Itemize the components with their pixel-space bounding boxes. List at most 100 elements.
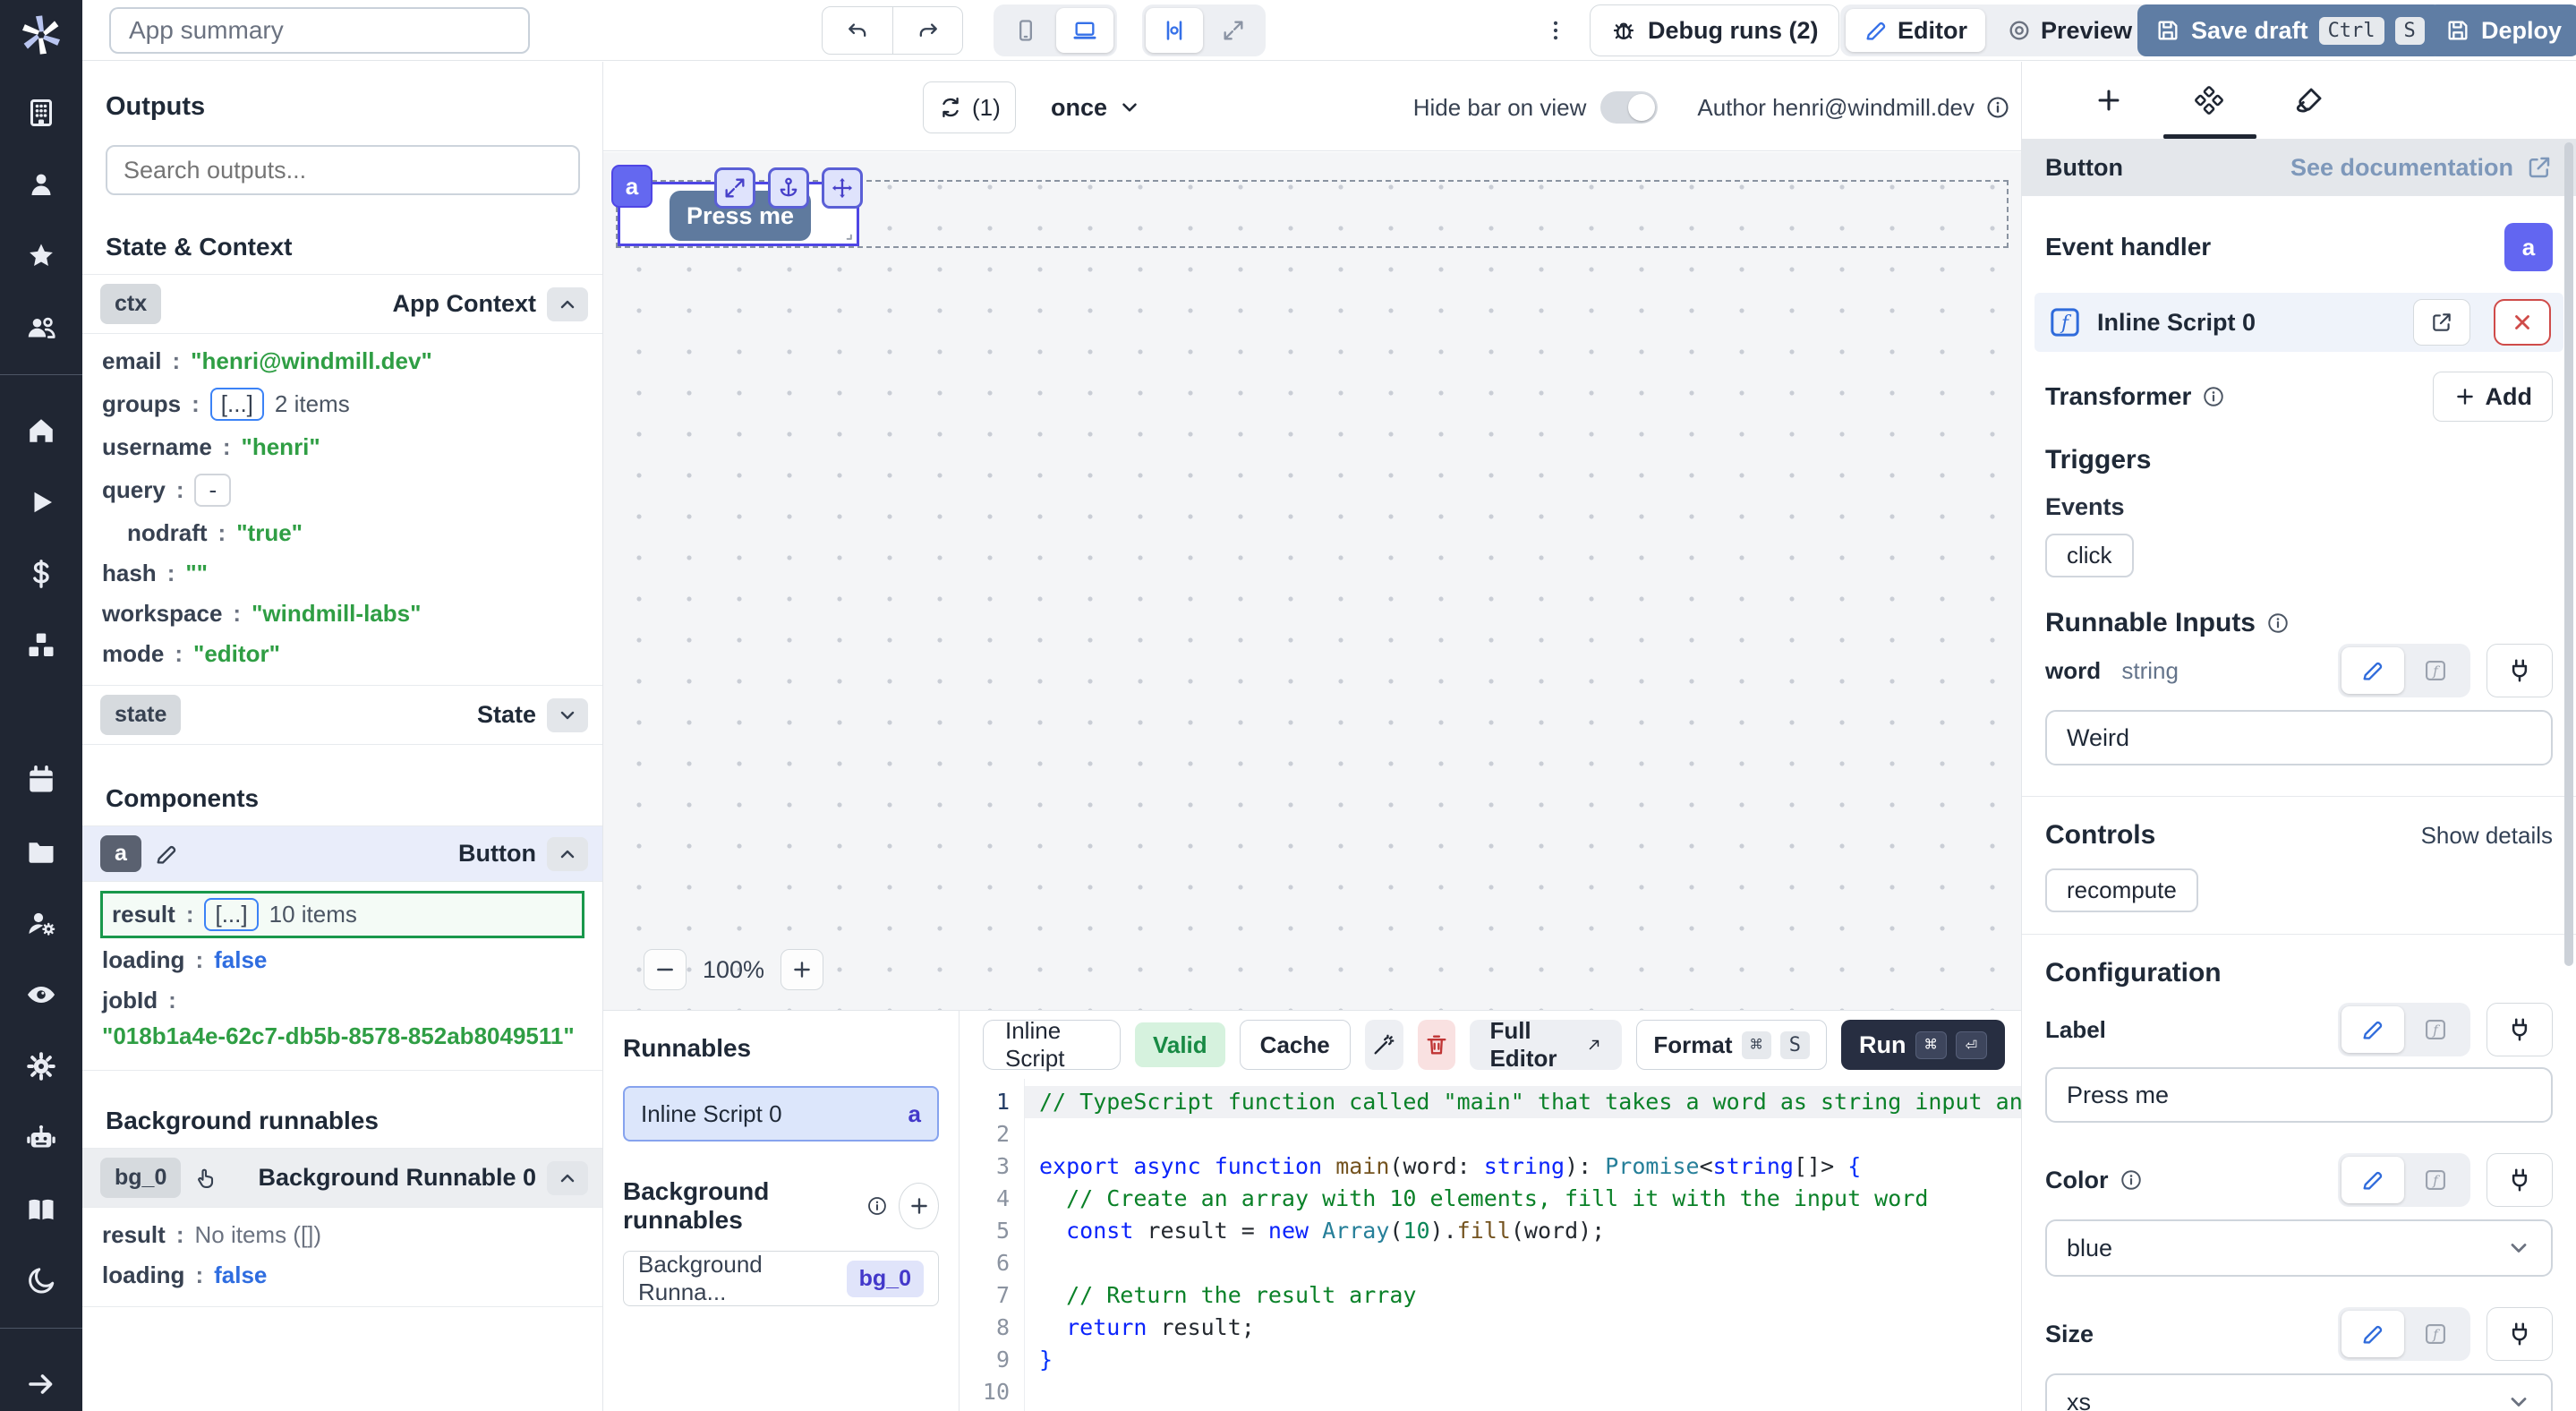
code-lines[interactable]: // TypeScript function called "main" tha… <box>1024 1079 2021 1411</box>
field-row-loading[interactable]: loading:false <box>100 1255 584 1296</box>
field-row-jobId[interactable]: jobId: <box>100 980 584 1021</box>
format-button[interactable]: Format ⌘ S <box>1636 1020 1827 1070</box>
code-line[interactable]: } <box>1025 1344 2021 1376</box>
add-component-tab-icon[interactable] <box>2094 85 2124 115</box>
recompute-button[interactable]: recompute <box>2045 868 2198 912</box>
refresh-button[interactable]: (1) <box>923 81 1016 133</box>
sidebar-item-cubes-icon[interactable] <box>25 629 57 662</box>
anchor-handle[interactable] <box>768 167 809 209</box>
ctx-collapse-button[interactable] <box>547 287 588 321</box>
runnable-item-selected[interactable]: Inline Script 0 a <box>623 1086 939 1142</box>
full-width-button[interactable] <box>1205 8 1262 53</box>
expr-mode-button[interactable]: f <box>2404 1311 2467 1357</box>
field-row-email[interactable]: email:"henri@windmill.dev" <box>100 341 584 381</box>
field-row-loading[interactable]: loading:false <box>100 940 584 980</box>
app-canvas[interactable]: a Press me 100% <box>603 152 2021 1010</box>
sidebar-item-user-icon[interactable] <box>25 168 57 201</box>
sidebar-item-home-icon[interactable] <box>25 415 57 447</box>
connect-input-button[interactable] <box>2486 1307 2553 1361</box>
tab-preview[interactable]: Preview <box>1989 9 2150 52</box>
field-row-groups[interactable]: groups:[...]2 items <box>100 381 584 427</box>
field-row-hash[interactable]: hash:"" <box>100 553 584 594</box>
expr-mode-button[interactable]: f <box>2404 1157 2467 1203</box>
full-editor-button[interactable]: Full Editor <box>1470 1020 1622 1070</box>
see-documentation-link[interactable]: See documentation <box>2290 154 2553 182</box>
ai-assistant-button[interactable] <box>1365 1020 1403 1070</box>
word-value-input[interactable] <box>2045 710 2553 765</box>
code-line[interactable]: const result = new Array(10).fill(word); <box>1025 1215 2021 1247</box>
sidebar-item-star-icon[interactable] <box>25 240 57 272</box>
sidebar-item-moon-icon[interactable] <box>25 1265 57 1297</box>
sidebar-item-folder-icon[interactable] <box>25 835 57 868</box>
sidebar-item-building-icon[interactable] <box>25 97 57 129</box>
field-row-mode[interactable]: mode:"editor" <box>100 634 584 674</box>
show-details-link[interactable]: Show details <box>2421 822 2553 850</box>
redo-button[interactable] <box>892 7 962 54</box>
bg0-collapse-button[interactable] <box>547 1161 588 1195</box>
expr-mode-button[interactable]: f <box>2404 647 2467 694</box>
static-mode-button[interactable] <box>2341 1006 2404 1053</box>
field-row-nodraft[interactable]: nodraft:"true" <box>100 513 584 553</box>
component-settings-tab-icon[interactable] <box>2194 85 2224 115</box>
state-expand-button[interactable] <box>547 698 588 732</box>
zoom-out-button[interactable] <box>644 949 687 990</box>
inline-script-row[interactable]: f Inline Script 0 <box>2034 293 2563 352</box>
debug-runs-button[interactable]: Debug runs (2) <box>1590 4 1839 56</box>
edit-id-icon[interactable] <box>154 842 179 867</box>
run-button[interactable]: Run ⌘ ⏎ <box>1841 1020 2005 1070</box>
scrollbar-thumb[interactable] <box>2564 142 2573 966</box>
code-line[interactable]: // Return the result array <box>1025 1279 2021 1312</box>
field-row-result[interactable]: result:No items ([]) <box>100 1215 584 1255</box>
sidebar-item-user-cog-icon[interactable] <box>25 907 57 939</box>
label-value-input[interactable] <box>2045 1067 2553 1123</box>
open-script-button[interactable] <box>2413 299 2470 346</box>
color-select[interactable]: blue <box>2045 1219 2553 1277</box>
desktop-view-button[interactable] <box>1056 8 1113 53</box>
hide-bar-toggle[interactable] <box>1600 91 1658 124</box>
ctx-row[interactable]: ctx App Context <box>82 275 602 334</box>
static-mode-button[interactable] <box>2341 1157 2404 1203</box>
cache-button[interactable]: Cache <box>1240 1020 1351 1070</box>
remove-script-button[interactable] <box>2494 299 2551 346</box>
field-row-result[interactable]: result:[...]10 items <box>100 891 584 938</box>
deploy-button[interactable]: Deploy <box>2427 4 2576 56</box>
code-line[interactable]: return result; <box>1025 1312 2021 1344</box>
code-line[interactable] <box>1025 1247 2021 1279</box>
styling-tab-icon[interactable] <box>2294 85 2324 115</box>
connect-input-button[interactable] <box>2486 1153 2553 1207</box>
sidebar-item-calendar-icon[interactable] <box>25 764 57 796</box>
bg-runnable-item[interactable]: Background Runna... bg_0 <box>623 1251 939 1306</box>
refresh-interval-dropdown[interactable]: once <box>1051 81 1141 133</box>
tab-inline-script[interactable]: Inline Script <box>983 1020 1121 1070</box>
sidebar-item-robot-icon[interactable] <box>25 1122 57 1154</box>
code-line[interactable]: // TypeScript function called "main" tha… <box>1025 1086 2021 1118</box>
sidebar-item-dollar-icon[interactable] <box>25 558 57 590</box>
component-collapse-button[interactable] <box>547 837 588 871</box>
selected-component-tab[interactable]: a <box>611 165 653 208</box>
search-outputs-input[interactable] <box>106 145 580 195</box>
move-handle[interactable] <box>822 167 863 209</box>
sidebar-item-users-icon[interactable] <box>25 312 57 344</box>
code-line[interactable] <box>1025 1376 2021 1408</box>
center-layout-button[interactable] <box>1146 8 1203 53</box>
connect-input-button[interactable] <box>2486 1003 2553 1056</box>
zoom-in-button[interactable] <box>780 949 823 990</box>
state-row[interactable]: state State <box>82 686 602 745</box>
more-menu-button[interactable] <box>1534 9 1577 52</box>
field-row-query[interactable]: query:- <box>100 467 584 513</box>
mobile-view-button[interactable] <box>997 8 1054 53</box>
undo-button[interactable] <box>823 7 892 54</box>
app-summary-input[interactable] <box>109 7 530 54</box>
sidebar-item-eye-icon[interactable] <box>25 979 57 1011</box>
connect-input-button[interactable] <box>2486 644 2553 697</box>
static-mode-button[interactable] <box>2341 647 2404 694</box>
component-a-row[interactable]: a Button <box>82 826 602 882</box>
sidebar-item-book-icon[interactable] <box>25 1193 57 1226</box>
bg0-row[interactable]: bg_0 Background Runnable 0 <box>82 1149 602 1208</box>
sidebar-item-arrow-right-icon[interactable] <box>25 1368 57 1400</box>
size-select[interactable]: xs <box>2045 1373 2553 1411</box>
code-editor[interactable]: 12345678910 // TypeScript function calle… <box>960 1079 2021 1411</box>
sidebar-item-gear-icon[interactable] <box>25 1050 57 1082</box>
expand-handle[interactable] <box>714 167 755 209</box>
add-bg-runnable-button[interactable] <box>899 1183 939 1229</box>
